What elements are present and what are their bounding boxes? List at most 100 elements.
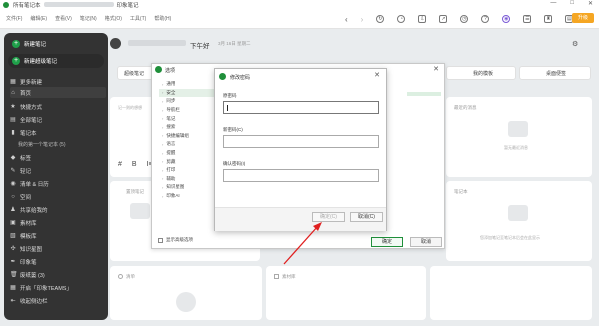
show-advanced-checkbox[interactable]: 显示高级选项 <box>158 237 193 243</box>
menu-format[interactable]: 格式(O) <box>105 15 122 22</box>
sidebar-item-more-new[interactable]: ▦ 更多新建 <box>10 76 106 87</box>
pref-nav-language[interactable]: 语言 <box>159 140 215 149</box>
menu-edit[interactable]: 编辑(E) <box>30 15 47 22</box>
bolt-icon: ✎ <box>10 167 16 174</box>
pref-nav-print[interactable]: 打印 <box>159 166 215 175</box>
pref-highlight-bar <box>407 92 441 96</box>
sidebar-item-tags[interactable]: ◆ 标签 <box>10 152 106 163</box>
prefs-ok-button[interactable]: 确定 <box>371 237 403 247</box>
change-password-dialog: 修改密码 ✕ 原密码 新密码(C) 确认密码(I) 确定(C) 取消(C) <box>214 68 387 231</box>
chat-icon[interactable]: ☰ <box>523 15 532 23</box>
home-settings-icon[interactable]: ⚙ <box>572 40 578 48</box>
hashtag-icon[interactable]: # <box>118 161 122 168</box>
bold-icon[interactable]: B <box>132 161 137 168</box>
menu-tools[interactable]: 工具(T) <box>130 15 146 22</box>
pref-nav-clipper[interactable]: 剪藏 <box>159 157 215 166</box>
new-password-label: 新密码(C) <box>223 127 243 132</box>
pref-nav-accessibility[interactable]: 辅助 <box>159 175 215 184</box>
pref-nav-general[interactable]: 通用 <box>159 80 215 89</box>
app-logo-icon <box>155 66 162 73</box>
pref-nav-knowledge-graph[interactable]: 知识星图 <box>159 183 215 192</box>
maximize-icon[interactable]: □ <box>570 0 574 7</box>
sidebar-item-shortcuts[interactable]: ★ 快捷方式 <box>10 101 106 112</box>
pref-nav-ai[interactable]: 印象AI <box>159 192 215 201</box>
sidebar-item-label: 开启「印象TEAMS」 <box>20 285 72 292</box>
clock-icon[interactable]: ◷ <box>460 15 469 23</box>
checkbox-icon[interactable] <box>158 237 163 243</box>
theme-icon[interactable]: ◉ <box>502 15 511 23</box>
old-password-field[interactable] <box>223 101 379 114</box>
share-icon[interactable]: ↗ <box>439 15 448 23</box>
pref-nav-notes[interactable]: 笔记 <box>159 114 215 123</box>
sidebar-item-templates[interactable]: ▧ 模板库 <box>10 230 106 241</box>
change-password-title: 修改密码 <box>230 75 251 81</box>
sidebar-item-media-library[interactable]: ▣ 素材库 <box>10 217 106 228</box>
pinned-placeholder-icon <box>130 203 150 219</box>
sidebar-item-label: 清单 & 日历 <box>20 181 49 188</box>
pref-nav-navbar[interactable]: 导航栏 <box>159 106 215 115</box>
avatar[interactable] <box>110 38 121 49</box>
plus-icon: + <box>12 57 20 65</box>
menu-view[interactable]: 查看(V) <box>55 15 72 22</box>
star-icon: ★ <box>10 103 16 110</box>
sidebar-item-label: 快捷方式 <box>20 104 43 111</box>
prefs-cancel-button[interactable]: 取消 <box>410 237 442 247</box>
recent-messages-card: 最近的消息 暂无最近消息 <box>446 97 592 177</box>
extra-card <box>430 266 592 320</box>
sidebar-item-notebooks[interactable]: ▮ 笔记本 <box>10 127 106 138</box>
toolbar: ‹ › ↻ ◔ ⇩ ↗ ◷ ? ◉ ☰ ♜ ▤ <box>345 9 574 29</box>
my-templates-button[interactable]: 我的模板 <box>446 66 516 80</box>
super-note-label: 超级笔记 <box>124 70 145 77</box>
sidebar-item-spaces[interactable]: ○ 空间 <box>10 191 106 202</box>
sidebar-item-shared-with-me[interactable]: ♟ 共享给我的 <box>10 204 106 215</box>
sidebar-item-trash[interactable]: 🗑 废纸篓 (3) <box>10 269 106 280</box>
sidebar-item-all-notes[interactable]: ▤ 全部笔记 <box>10 114 106 125</box>
pref-nav-sync[interactable]: 同步 <box>159 97 215 106</box>
sync-icon[interactable]: ↻ <box>376 15 385 23</box>
back-icon[interactable]: ‹ <box>345 15 348 24</box>
new-password-field[interactable] <box>223 135 379 148</box>
desktop-sticky-button[interactable]: 桌面便签 <box>519 66 591 80</box>
close-icon[interactable]: ✕ <box>433 65 439 73</box>
close-icon[interactable]: ✕ <box>374 71 380 79</box>
app-logo-icon <box>219 73 226 80</box>
bell-icon[interactable]: ◔ <box>397 15 406 23</box>
sidebar-collapse[interactable]: ⇤ 收起侧边栏 <box>10 295 106 306</box>
space-icon: ○ <box>11 193 15 200</box>
menu-help[interactable]: 帮助(H) <box>154 15 171 22</box>
preferences-nav: 通用 安全 同步 导航栏 笔记 搜索 快捷编辑组 语言 提醒 剪藏 打印 辅助 … <box>159 80 215 200</box>
book-icon: ▮ <box>11 129 15 136</box>
menu-file[interactable]: 文件(F) <box>6 15 22 22</box>
sidebar-item-quick-notes[interactable]: ✎ 轻记 <box>10 165 106 176</box>
lab-icon[interactable]: ♜ <box>544 15 553 23</box>
pinned-title: 置顶笔记 <box>126 189 144 194</box>
new-note-label: 新建笔记 <box>24 42 47 48</box>
sidebar-item-checklist-calendar[interactable]: ◉ 清单 & 日历 <box>10 178 106 189</box>
tag-icon: ◆ <box>10 154 16 161</box>
new-super-note-button[interactable]: + 新建超级笔记 <box>8 54 104 68</box>
help-icon[interactable]: ? <box>481 15 490 23</box>
sidebar-item-teams[interactable]: ▦ 开启「印象TEAMS」 <box>10 282 106 293</box>
confirm-password-field[interactable] <box>223 169 379 182</box>
close-window-icon[interactable]: ✕ <box>588 0 593 7</box>
sidebar-item-home[interactable]: ⌂ 首页 <box>10 87 106 98</box>
minimize-icon[interactable]: — <box>550 0 556 7</box>
pref-nav-quick-edit[interactable]: 快捷编辑组 <box>159 132 215 141</box>
pref-nav-security[interactable]: 安全 <box>159 88 215 98</box>
sidebar-item-label: 废纸篓 (3) <box>20 272 45 279</box>
sidebar-item-label: 收起侧边栏 <box>20 298 48 305</box>
forward-icon[interactable]: › <box>361 15 364 24</box>
confirm-password-label: 确认密码(I) <box>223 161 246 166</box>
check-icon: ◉ <box>10 180 16 187</box>
sidebar-item-pen[interactable]: ✒ 印象笔 <box>10 256 106 267</box>
menu-note[interactable]: 笔记(N) <box>80 15 97 22</box>
sidebar-item-knowledge-graph[interactable]: ✣ 知识星图 <box>10 243 106 254</box>
password-cancel-button[interactable]: 取消(C) <box>350 212 383 222</box>
pref-nav-search[interactable]: 搜索 <box>159 123 215 132</box>
sidebar-item-first-notebook[interactable]: 我的第一个笔记本 (5) <box>18 139 114 150</box>
upgrade-button[interactable]: 升级 <box>572 13 594 23</box>
pref-nav-reminders[interactable]: 提醒 <box>159 149 215 158</box>
new-note-button[interactable]: + 新建笔记 <box>8 37 104 51</box>
export-icon[interactable]: ⇩ <box>418 15 427 23</box>
plus-icon: + <box>12 40 20 48</box>
